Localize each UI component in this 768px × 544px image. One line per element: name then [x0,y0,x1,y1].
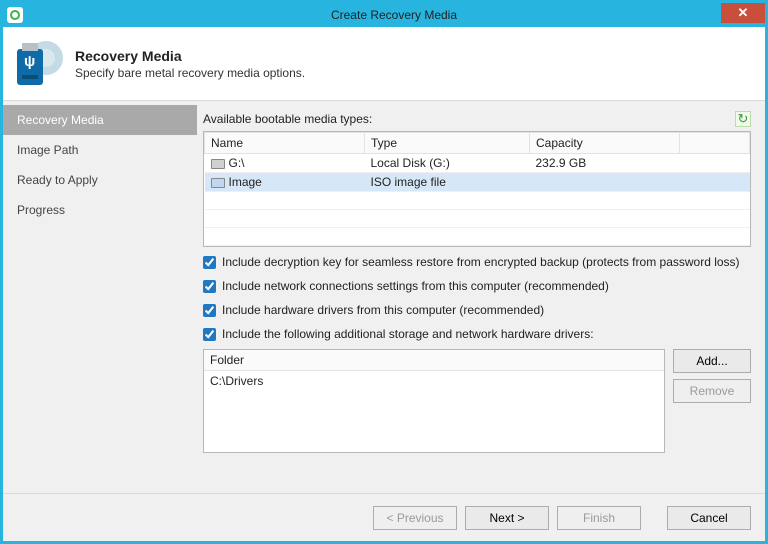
window-title: Create Recovery Media [23,8,765,22]
recovery-media-icon: ψ [17,41,63,87]
col-folder[interactable]: Folder [204,350,664,371]
finish-button[interactable]: Finish [557,506,641,530]
col-name[interactable]: Name [205,133,365,154]
col-type[interactable]: Type [365,133,530,154]
title-bar: Create Recovery Media ✕ [3,3,765,27]
list-item[interactable]: C:\Drivers [204,371,664,391]
checkbox-network-settings[interactable]: Include network connections settings fro… [203,279,751,293]
page-title: Recovery Media [75,48,305,64]
drivers-folder-grid[interactable]: Folder C:\Drivers [203,349,665,453]
main-pane: Available bootable media types: ↻ Name T… [197,101,765,493]
refresh-icon[interactable]: ↻ [735,111,751,127]
step-ready-to-apply[interactable]: Ready to Apply [3,165,197,195]
next-button[interactable]: Next > [465,506,549,530]
wizard-header: ψ Recovery Media Specify bare metal reco… [3,27,765,101]
cancel-button[interactable]: Cancel [667,506,751,530]
step-recovery-media[interactable]: Recovery Media [3,105,197,135]
wizard-steps: Recovery Media Image Path Ready to Apply… [3,101,197,493]
table-row[interactable]: G:\ Local Disk (G:) 232.9 GB [205,154,750,173]
table-row [205,192,750,210]
close-button[interactable]: ✕ [721,3,765,23]
checkbox-additional-drivers[interactable]: Include the following additional storage… [203,327,751,341]
checkbox-input[interactable] [203,328,216,341]
app-icon [7,7,23,23]
previous-button[interactable]: < Previous [373,506,457,530]
wizard-footer: < Previous Next > Finish Cancel [3,493,765,541]
step-progress[interactable]: Progress [3,195,197,225]
step-image-path[interactable]: Image Path [3,135,197,165]
table-row [205,210,750,228]
checkbox-input[interactable] [203,256,216,269]
page-subtitle: Specify bare metal recovery media option… [75,66,305,80]
remove-button[interactable]: Remove [673,379,751,403]
add-button[interactable]: Add... [673,349,751,373]
checkbox-decryption-key[interactable]: Include decryption key for seamless rest… [203,255,751,269]
col-capacity[interactable]: Capacity [530,133,680,154]
table-row [205,228,750,246]
disk-icon [211,159,225,169]
checkbox-input[interactable] [203,280,216,293]
col-spacer [680,133,750,154]
checkbox-hardware-drivers[interactable]: Include hardware drivers from this compu… [203,303,751,317]
window-chrome: Create Recovery Media ✕ ψ Recovery Media… [0,0,768,544]
media-grid[interactable]: Name Type Capacity G:\ Local Disk (G:) 2… [203,131,751,247]
iso-icon [211,178,225,188]
checkbox-input[interactable] [203,304,216,317]
table-row[interactable]: Image ISO image file [205,173,750,192]
available-media-label: Available bootable media types: [203,112,372,126]
